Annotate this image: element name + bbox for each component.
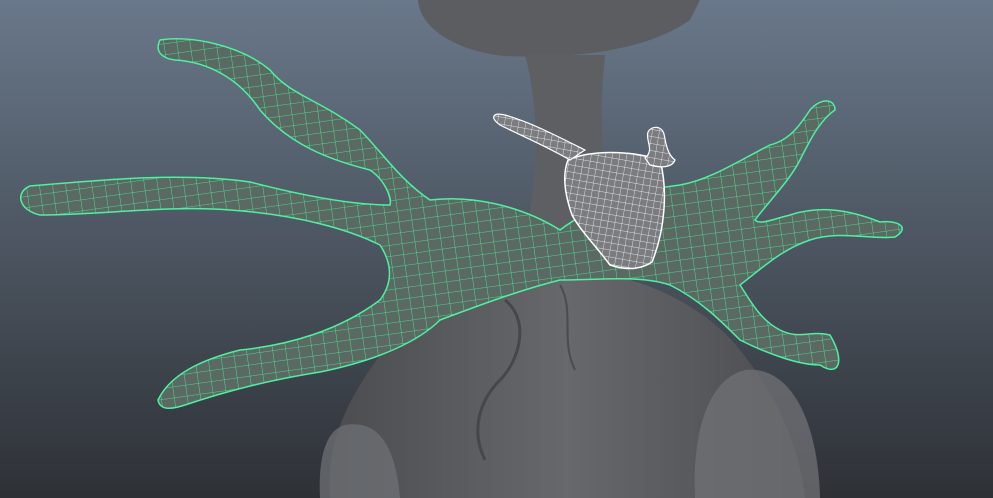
3d-viewport[interactable] (0, 0, 993, 498)
viewport-scene[interactable] (0, 0, 993, 498)
